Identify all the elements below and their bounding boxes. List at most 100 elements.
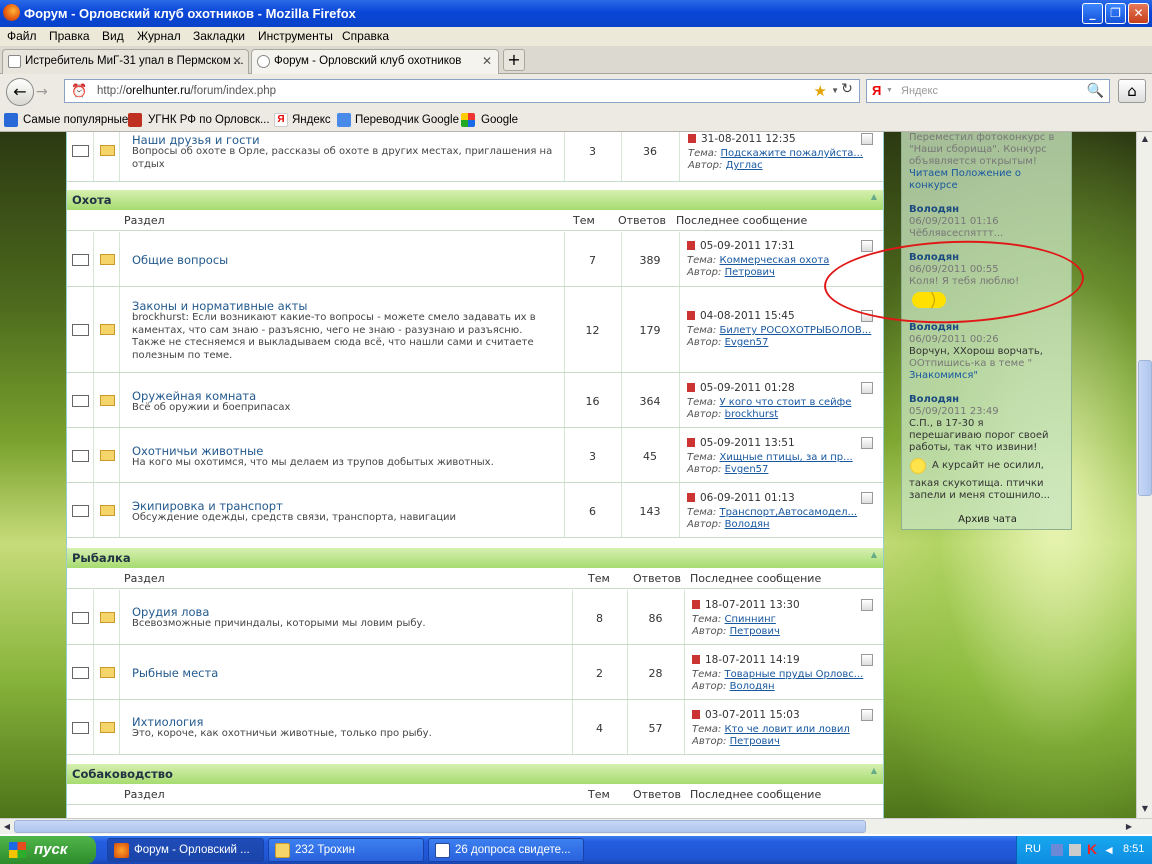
chat-author[interactable]: Володян	[909, 204, 959, 216]
last-post-date: 05-09-2011 13:51	[687, 437, 795, 449]
scroll-thumb[interactable]	[1138, 360, 1152, 496]
tab-mig31[interactable]: Истребитель МиГ-31 упал в Пермском ... ✕	[2, 49, 249, 74]
forum-name[interactable]: Законы и нормативные акты	[132, 299, 307, 313]
menu-file[interactable]: Файл	[7, 29, 37, 43]
page-icon[interactable]	[861, 133, 873, 145]
page-icon[interactable]	[861, 240, 873, 252]
scroll-right-icon[interactable]: ▶	[1122, 820, 1136, 834]
chat-message: С.П., в 17-30 я	[909, 418, 984, 429]
search-input[interactable]: Я ▼ Яндекс 🔍	[866, 79, 1110, 103]
new-tab-button[interactable]: +	[503, 49, 525, 71]
bookmark-ugnk[interactable]: УГНК РФ по Орловск...	[148, 114, 270, 126]
vertical-scrollbar[interactable]: ▲ ▼	[1136, 132, 1152, 818]
chat-author[interactable]: Володян	[909, 394, 959, 406]
collapse-icon[interactable]: ▲	[871, 766, 877, 775]
url-bar[interactable]: ⏰ http://orelhunter.ru/forum/index.php ★…	[64, 79, 860, 103]
last-post-author-link[interactable]: Петрович	[725, 267, 775, 278]
tab-close-icon[interactable]: ✕	[232, 54, 242, 68]
taskbar-item-folder[interactable]: 232 Трохин	[268, 838, 424, 862]
taskbar-item-firefox[interactable]: Форум - Орловский ...	[107, 838, 264, 862]
page-icon[interactable]	[861, 709, 873, 721]
last-post-topic-link[interactable]: Кто че ловит или ловил	[725, 724, 850, 735]
bookmark-translate[interactable]: Переводчик Google	[355, 114, 459, 126]
menu-edit[interactable]: Правка	[49, 29, 90, 43]
scroll-thumb[interactable]	[14, 820, 866, 833]
reload-icon[interactable]: ↻	[836, 81, 858, 101]
network-icon[interactable]	[1051, 844, 1063, 856]
taskbar-item-word[interactable]: 26 допроса свидете...	[428, 838, 584, 862]
menu-bookmarks[interactable]: Закладки	[193, 29, 245, 43]
home-icon[interactable]: ⌂	[1118, 79, 1146, 103]
forum-name[interactable]: Орудия лова	[132, 605, 209, 619]
collapse-icon[interactable]: ▲	[871, 550, 877, 559]
page-icon[interactable]	[861, 654, 873, 666]
scroll-up-icon[interactable]: ▲	[1138, 132, 1152, 146]
last-post-author: Автор: Дуглас	[688, 160, 763, 171]
last-post-author-link[interactable]: brockhurst	[725, 409, 779, 420]
language-indicator[interactable]: RU	[1025, 843, 1041, 855]
last-post-author-link[interactable]: Володян	[730, 681, 775, 692]
scroll-left-icon[interactable]: ◀	[0, 820, 14, 834]
horizontal-scrollbar[interactable]: ◀ ▶	[0, 818, 1152, 834]
site-identity-icon[interactable]: ⏰	[71, 83, 87, 99]
last-post-topic-link[interactable]: Подскажите пожалуйста...	[721, 148, 863, 159]
maximize-button[interactable]: ❐	[1105, 3, 1126, 24]
menu-view[interactable]: Вид	[102, 29, 124, 43]
last-post-author-link[interactable]: Володян	[725, 519, 770, 530]
forum-name[interactable]: Общие вопросы	[132, 253, 228, 267]
last-post-topic-link[interactable]: Транспорт,Автосамодел...	[720, 507, 858, 518]
last-post-author-link[interactable]: Петрович	[730, 626, 780, 637]
bookmark-popular[interactable]: Самые популярные	[23, 114, 128, 126]
menu-tools[interactable]: Инструменты	[258, 29, 333, 43]
page-icon[interactable]	[861, 599, 873, 611]
chat-link[interactable]: конкурсе	[909, 180, 958, 192]
minimize-button[interactable]: _	[1082, 3, 1103, 24]
page-icon[interactable]	[861, 492, 873, 504]
engine-dropdown-icon[interactable]: ▼	[886, 87, 893, 94]
column-headers: Раздел Тем Ответов Последнее сообщение	[67, 784, 883, 805]
forum-name[interactable]: Экипировка и транспорт	[132, 499, 283, 513]
forum-name[interactable]: Наши друзья и гости	[132, 133, 260, 147]
last-post-topic-link[interactable]: Коммерческая охота	[720, 255, 830, 266]
close-button[interactable]: ✕	[1128, 3, 1149, 24]
chat-link[interactable]: Читаем Положение о	[909, 168, 1021, 180]
forum-name[interactable]: Оружейная комната	[132, 389, 256, 403]
topics-count: 4	[596, 722, 603, 735]
last-post-topic-link[interactable]: У кого что стоит в сейфе	[720, 397, 852, 408]
last-post-author-link[interactable]: Evgen57	[725, 337, 769, 348]
yandex-icon[interactable]: Я	[872, 83, 881, 98]
bookmark-star-icon[interactable]: ★	[814, 82, 827, 100]
last-post-author: Автор: Петрович	[692, 736, 780, 747]
start-button[interactable]: пуск	[0, 836, 96, 864]
menu-history[interactable]: Журнал	[137, 29, 181, 43]
last-post-author-link[interactable]: Дуглас	[726, 160, 763, 171]
tab-forum[interactable]: Форум - Орловский клуб охотников ✕	[251, 49, 499, 74]
last-post-topic-link[interactable]: Спиннинг	[725, 614, 776, 625]
bookmark-google[interactable]: Google	[481, 114, 518, 126]
forum-name[interactable]: Ихтиология	[132, 715, 203, 729]
forum-name[interactable]: Охотничьи животные	[132, 444, 263, 458]
page-icon[interactable]	[861, 437, 873, 449]
chat-archive-link[interactable]: Архив чата	[902, 514, 1073, 525]
replies-count: 86	[648, 612, 663, 625]
chat-author[interactable]: Володян	[909, 322, 959, 334]
chat-link[interactable]: Знакомимся"	[909, 370, 978, 382]
volume-icon[interactable]: ◄	[1103, 843, 1115, 857]
tab-close-icon[interactable]: ✕	[482, 54, 492, 68]
magnifier-icon[interactable]: 🔍	[1087, 82, 1104, 99]
page-icon[interactable]	[861, 382, 873, 394]
last-post-topic-link[interactable]: Билету РОСОХОТРЫБОЛОВ...	[720, 325, 872, 336]
device-icon[interactable]	[1069, 844, 1081, 856]
menu-help[interactable]: Справка	[342, 29, 389, 43]
bookmark-yandex[interactable]: Яндекс	[292, 114, 331, 126]
last-post-topic-link[interactable]: Товарные пруды Орловс...	[725, 669, 864, 680]
collapse-icon[interactable]: ▲	[871, 192, 877, 201]
last-post-topic-link[interactable]: Хищные птицы, за и пр...	[720, 452, 853, 463]
last-post-author-link[interactable]: Evgen57	[725, 464, 769, 475]
forward-arrow-icon[interactable]: →	[36, 84, 48, 100]
last-post-author-link[interactable]: Петрович	[730, 736, 780, 747]
forum-name[interactable]: Рыбные места	[132, 666, 218, 680]
antivirus-icon[interactable]: K	[1087, 841, 1097, 857]
back-arrow-icon[interactable]: ←	[6, 78, 34, 106]
scroll-down-icon[interactable]: ▼	[1138, 802, 1152, 816]
